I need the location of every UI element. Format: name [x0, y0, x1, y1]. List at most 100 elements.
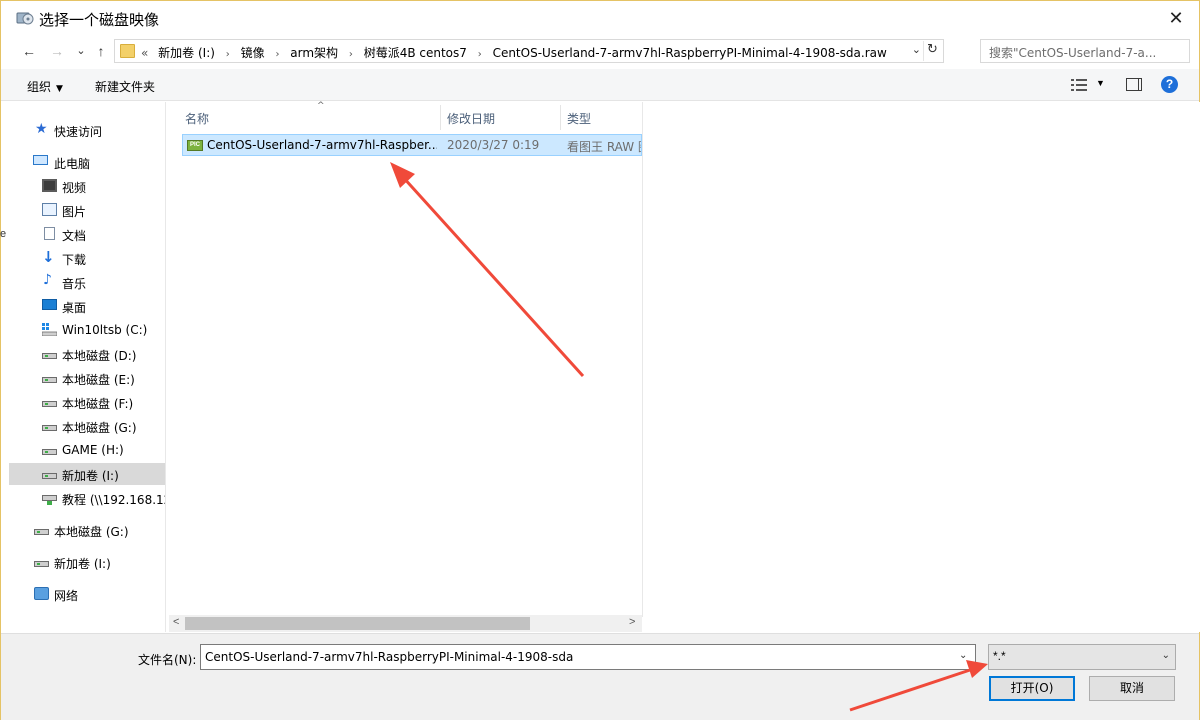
sidebar-item-label: 快速访问 [54, 125, 103, 139]
organize-button[interactable]: 组织 ▼ [27, 78, 63, 95]
title-bar: 选择一个磁盘映像 ✕ [1, 1, 1199, 35]
file-row[interactable]: PIC CentOS-Userland-7-armv7hl-Raspber...… [182, 134, 642, 156]
file-open-dialog: 选择一个磁盘映像 ✕ ← → ⌄ ↑ « 新加卷 (I:) › 镜像 › arm… [0, 0, 1200, 720]
videos-icon [42, 179, 57, 192]
sidebar-item-network[interactable]: 网络 [9, 583, 165, 605]
sidebar-item-label: 本地磁盘 (F:) [62, 397, 134, 411]
breadcrumb-separator-icon[interactable]: › [478, 49, 482, 60]
drive-icon [34, 529, 49, 535]
sidebar-item-label: 新加卷 (I:) [54, 557, 111, 571]
breadcrumb-item[interactable]: 镜像 [241, 46, 265, 60]
breadcrumb-item[interactable]: 新加卷 (I:) [158, 46, 215, 60]
network-icon [34, 587, 49, 600]
breadcrumb: « 新加卷 (I:) › 镜像 › arm架构 › 树莓派4B centos7 … [141, 44, 887, 61]
sidebar-item-drive-i[interactable]: 新加卷 (I:) [9, 463, 165, 485]
chevron-down-icon: ⌄ [1161, 650, 1170, 661]
sidebar-item-drive-d[interactable]: 本地磁盘 (D:) [9, 343, 165, 365]
breadcrumb-item[interactable]: 树莓派4B centos7 [364, 46, 467, 60]
this-pc-icon [33, 155, 48, 165]
filename-dropdown-chevron-icon[interactable]: ⌄ [959, 650, 967, 661]
sidebar-item-label: 本地磁盘 (E:) [62, 373, 135, 387]
up-arrow-icon[interactable]: ↑ [91, 41, 111, 61]
search-input[interactable]: 搜索"CentOS-Userland-7-a... [980, 39, 1190, 63]
forward-arrow-icon[interactable]: → [47, 41, 67, 61]
breadcrumb-overflow-icon[interactable]: « [141, 46, 148, 60]
file-name: CentOS-Userland-7-armv7hl-Raspber... [207, 138, 437, 152]
sidebar-item-label: 本地磁盘 (G:) [62, 421, 137, 435]
breadcrumb-separator-icon[interactable]: › [349, 49, 353, 60]
sidebar-item-label: 新加卷 (I:) [62, 469, 119, 483]
sidebar-item-drive-h[interactable]: GAME (H:) [9, 439, 165, 461]
music-icon: ♪ [43, 272, 52, 288]
column-header-modified[interactable]: 修改日期 [441, 105, 561, 130]
filename-input[interactable]: CentOS-Userland-7-armv7hl-RaspberryPI-Mi… [200, 644, 976, 670]
filename-label: 文件名(N): [138, 653, 197, 667]
scroll-right-icon[interactable]: > [629, 616, 635, 628]
sidebar-item-network-share[interactable]: 教程 (\\192.168.12 [9, 487, 166, 509]
command-toolbar: 组织 ▼ 新建文件夹 ▼ ? [1, 69, 1199, 101]
view-options-icon[interactable] [1071, 78, 1087, 92]
scroll-left-icon[interactable]: < [173, 616, 179, 628]
cancel-button[interactable]: 取消 [1089, 676, 1175, 701]
sidebar-item-label: 本地磁盘 (G:) [54, 525, 129, 539]
sidebar-item-music[interactable]: ♪ 音乐 [9, 271, 165, 293]
drive-icon [42, 425, 57, 431]
breadcrumb-item[interactable]: arm架构 [290, 46, 338, 60]
breadcrumb-item[interactable]: CentOS-Userland-7-armv7hl-RaspberryPI-Mi… [493, 46, 887, 60]
drive-icon [42, 449, 57, 455]
background-text-fragment: e [0, 228, 7, 240]
sidebar-item-label: 教程 (\\192.168.12 [62, 493, 166, 507]
sidebar-item-drive-e[interactable]: 本地磁盘 (E:) [9, 367, 165, 389]
downloads-icon: ↓ [42, 248, 55, 266]
sidebar-item-pictures[interactable]: 图片 [9, 199, 165, 221]
sidebar-item-this-pc[interactable]: 此电脑 [9, 151, 165, 173]
disk-image-app-icon [16, 12, 34, 25]
sidebar-item-drive-g-removable[interactable]: 本地磁盘 (G:) [9, 519, 165, 541]
address-dropdown-chevron-icon[interactable]: ⌄ [912, 43, 921, 56]
drive-icon [42, 401, 57, 407]
sidebar-item-label: 音乐 [62, 277, 87, 291]
dialog-title: 选择一个磁盘映像 [39, 11, 160, 29]
drive-icon [42, 473, 57, 479]
file-type-select[interactable]: *.* ⌄ [988, 644, 1176, 670]
sidebar-item-drive-g[interactable]: 本地磁盘 (G:) [9, 415, 165, 437]
new-folder-button[interactable]: 新建文件夹 [95, 78, 155, 95]
back-arrow-icon[interactable]: ← [19, 41, 39, 61]
column-header-name[interactable]: 名称 ^ [179, 101, 441, 130]
horizontal-scrollbar[interactable]: < > [169, 615, 642, 632]
sidebar-item-drive-f[interactable]: 本地磁盘 (F:) [9, 391, 165, 413]
sidebar-item-drive-c[interactable]: Win10ltsb (C:) [9, 319, 165, 341]
network-drive-icon [42, 495, 57, 505]
open-button[interactable]: 打开(O) [989, 676, 1075, 701]
organize-label: 组织 [27, 80, 52, 94]
close-icon[interactable]: ✕ [1161, 4, 1191, 32]
view-dropdown-chevron-icon[interactable]: ▼ [1096, 78, 1105, 88]
dialog-footer: 文件名(N): CentOS-Userland-7-armv7hl-Raspbe… [1, 633, 1199, 720]
sidebar-item-drive-i-removable[interactable]: 新加卷 (I:) [9, 551, 165, 573]
drive-icon [34, 561, 49, 567]
sidebar-item-desktop[interactable]: 桌面 [9, 295, 165, 317]
recent-locations-chevron-icon[interactable]: ⌄ [71, 41, 91, 61]
sort-ascending-icon: ^ [317, 101, 325, 111]
navigation-pane: ★ 快速访问 此电脑 视频 图片 文档 ↓ 下载 ♪ 音乐 桌面 Win10lt… [9, 102, 166, 632]
column-header-type[interactable]: 类型 [561, 105, 642, 130]
sidebar-item-label: 此电脑 [54, 157, 91, 171]
file-list: 名称 ^ 修改日期 类型 PIC CentOS-Userland-7-armv7… [167, 101, 1200, 632]
sidebar-item-downloads[interactable]: ↓ 下载 [9, 247, 165, 269]
folder-icon [120, 44, 135, 58]
sidebar-item-documents[interactable]: 文档 [9, 223, 165, 245]
breadcrumb-separator-icon[interactable]: › [275, 49, 279, 60]
help-icon[interactable]: ? [1161, 76, 1178, 93]
sidebar-item-label: 图片 [62, 205, 87, 219]
scrollbar-thumb[interactable] [185, 617, 530, 630]
sidebar-item-label: 文档 [62, 229, 87, 243]
sidebar-item-quick-access[interactable]: ★ 快速访问 [9, 119, 165, 141]
refresh-icon[interactable]: ↻ [923, 41, 941, 61]
breadcrumb-separator-icon[interactable]: › [226, 49, 230, 60]
sidebar-item-label: 本地磁盘 (D:) [62, 349, 137, 363]
preview-pane-icon[interactable] [1126, 78, 1142, 91]
address-bar[interactable]: « 新加卷 (I:) › 镜像 › arm架构 › 树莓派4B centos7 … [114, 39, 944, 63]
windows-drive-icon [42, 323, 57, 336]
sidebar-item-videos[interactable]: 视频 [9, 175, 165, 197]
desktop-icon [42, 299, 57, 310]
